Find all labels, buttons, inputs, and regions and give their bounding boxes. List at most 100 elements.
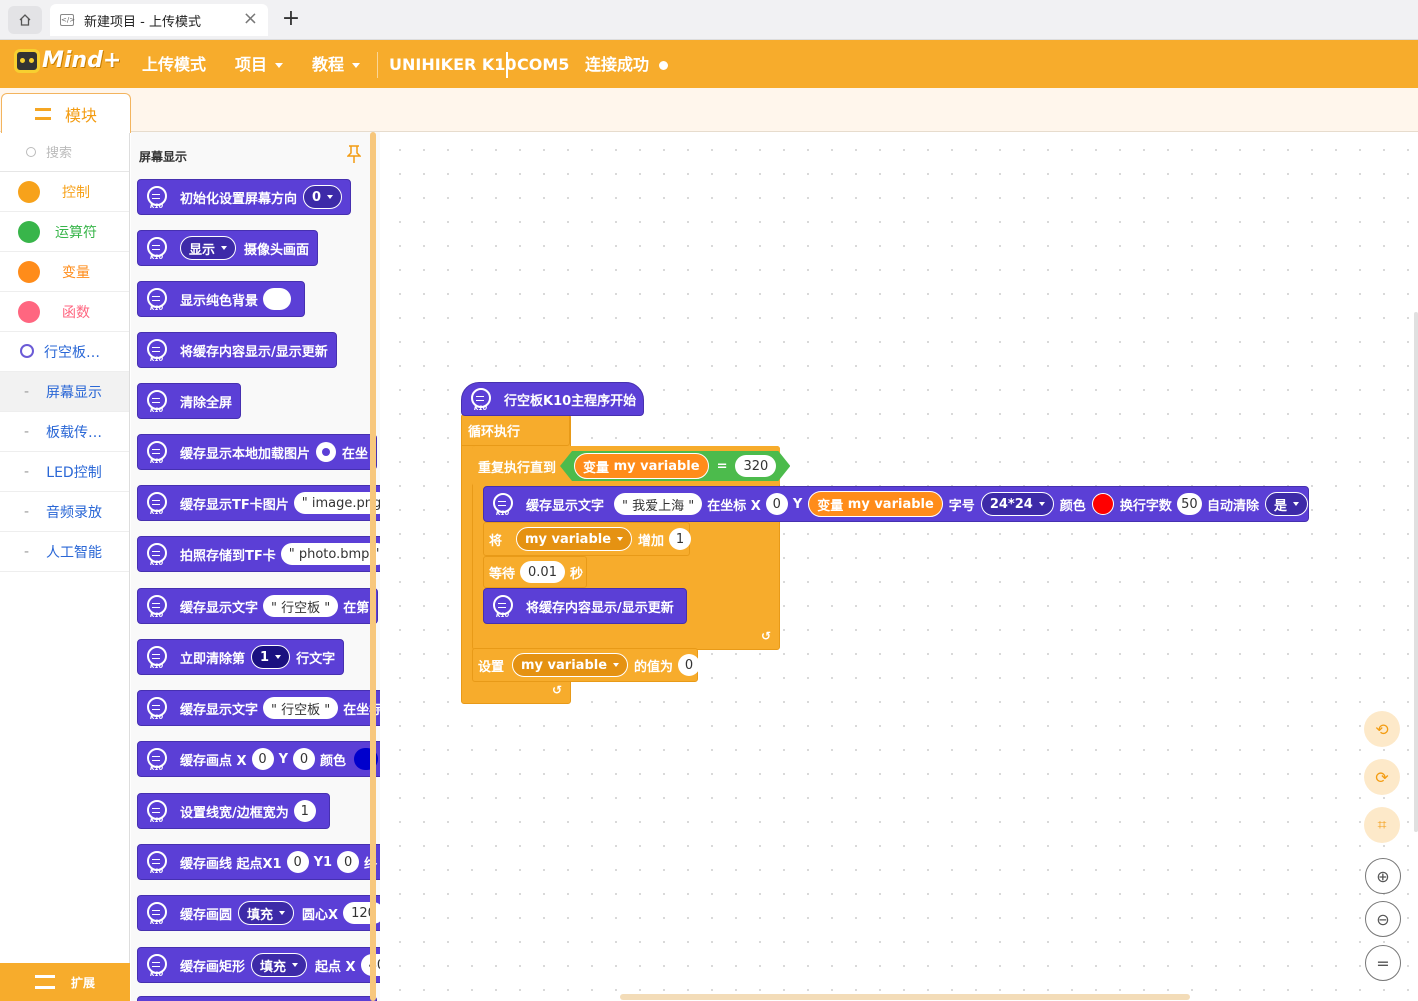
reset-zoom-button[interactable]: =	[1365, 945, 1401, 981]
block-load-local-image[interactable]: K10 缓存显示本地加载图片 在坐	[137, 434, 378, 470]
color-picker[interactable]	[1091, 493, 1114, 515]
change-variable-block[interactable]: 将 my variable 增加 1	[483, 522, 692, 556]
y1-input[interactable]: 0	[337, 851, 360, 873]
block-photo-to-tf[interactable]: K10 拍照存储到TF卡 " photo.bmp "	[137, 536, 380, 572]
connection-status[interactable]: 连接成功	[585, 40, 669, 88]
equals-operator-block[interactable]: 变量 my variable = 320	[560, 451, 790, 481]
x-input[interactable]: 0	[251, 748, 274, 770]
variable-dropdown[interactable]: my variable	[516, 527, 633, 551]
set-value-input[interactable]: 0	[678, 654, 701, 676]
subcategory-audio[interactable]: - 音频录放	[0, 492, 129, 532]
chevron-down-icon	[352, 63, 361, 68]
zoom-in-button[interactable]: ⊕	[1365, 858, 1401, 894]
block-text-line[interactable]: K10 缓存显示文字 " 行空板 " 在第	[137, 588, 379, 624]
width-input[interactable]: 1	[293, 800, 316, 822]
variable-reporter[interactable]: 变量 my variable	[808, 491, 943, 517]
block-draw-rect[interactable]: K10 缓存画矩形 填充 起点 X 40	[137, 947, 380, 983]
increment-input[interactable]: 1	[669, 528, 692, 550]
code-workspace[interactable]: 循环执行 重复执行直到 变量 my variable = 320 ↺ K10 行…	[380, 132, 1418, 1001]
fill-mode-dropdown[interactable]: 填充	[238, 901, 295, 925]
category-control[interactable]: 控制	[0, 172, 129, 212]
x1-input[interactable]: 0	[286, 851, 309, 873]
block-label: 循环执行	[468, 424, 521, 440]
line-number-dropdown[interactable]: 1	[251, 645, 291, 669]
palette-scrollbar[interactable]	[370, 132, 376, 1001]
redo-button[interactable]: ⟳	[1364, 759, 1400, 795]
category-operators[interactable]: 运算符	[0, 212, 129, 252]
wait-block[interactable]: 等待 0.01 秒	[483, 556, 587, 588]
tutorial-menu[interactable]: 教程	[312, 40, 361, 88]
block-solid-background[interactable]: K10 显示纯色背景	[137, 281, 306, 317]
block-label: 清除全屏	[180, 395, 233, 411]
crop-button[interactable]: ⌗	[1364, 807, 1400, 843]
block-draw-line[interactable]: K10 缓存画线 起点X1 0 Y1 0 终	[137, 844, 380, 880]
color-picker[interactable]	[263, 288, 292, 310]
subcategory-screen-display[interactable]: - 屏幕显示	[0, 372, 129, 412]
x-input[interactable]: 0	[765, 493, 788, 515]
show-mode-dropdown[interactable]: 显示	[180, 236, 237, 260]
block-tf-image[interactable]: K10 缓存显示TF卡图片 " image.png	[137, 485, 380, 521]
category-variables[interactable]: 变量	[0, 252, 129, 292]
category-dot-icon	[18, 181, 40, 203]
wait-seconds-input[interactable]: 0.01	[520, 561, 565, 583]
block-label: 变量	[583, 460, 610, 476]
category-k10[interactable]: 行空板…	[0, 332, 129, 372]
orientation-dropdown[interactable]: 0	[303, 185, 343, 209]
subcategory-led-control[interactable]: - LED控制	[0, 452, 129, 492]
k10-main-start-block[interactable]: K10 行空板K10主程序开始	[461, 382, 644, 416]
project-tab[interactable]: </> 新建项目 - 上传模式 ×	[50, 4, 268, 36]
search-input[interactable]: 搜索	[0, 132, 129, 172]
close-tab-button[interactable]: ×	[243, 8, 258, 29]
workspace-horizontal-scrollbar[interactable]	[620, 994, 1190, 1000]
extension-button[interactable]: 扩展	[0, 963, 130, 1001]
zoom-out-button[interactable]: ⊖	[1365, 901, 1401, 937]
text-input[interactable]: " 行空板 "	[263, 697, 339, 719]
fill-mode-dropdown[interactable]: 填充	[251, 953, 308, 977]
project-menu[interactable]: 项目	[235, 40, 284, 88]
home-button[interactable]	[8, 6, 42, 34]
block-clear-line[interactable]: K10 立即清除第 1 行文字	[137, 639, 345, 675]
subcategory-ai[interactable]: - 人工智能	[0, 532, 129, 572]
block-refresh-display[interactable]: K10 将缓存内容显示/显示更新	[137, 332, 337, 368]
wrap-count-input[interactable]: 50	[1176, 493, 1202, 515]
new-tab-button[interactable]: +	[280, 6, 302, 31]
forever-loop-arrow-icon: ↺	[552, 683, 563, 697]
block-draw-circle[interactable]: K10 缓存画圆 填充 圆心X 120	[137, 895, 380, 931]
block-line-width[interactable]: K10 设置线宽/边框宽为 1	[137, 793, 330, 829]
upload-mode-button[interactable]: 上传模式	[142, 40, 206, 88]
block-init-screen-orientation[interactable]: K10 初始化设置屏幕方向 0	[137, 179, 352, 215]
forever-loop-block[interactable]: 循环执行	[461, 414, 570, 446]
k10-icon: K10	[144, 281, 170, 317]
settings-icon[interactable]	[316, 442, 337, 462]
block-show-camera[interactable]: K10 显示 摄像头画面	[137, 230, 319, 266]
set-variable-block[interactable]: 设置 my variable 的值为 0	[472, 648, 701, 682]
block-draw-point[interactable]: K10 缓存画点 X 0 Y 0 颜色	[137, 741, 380, 777]
filename-input[interactable]: " image.png	[293, 492, 380, 514]
device-selector[interactable]: UNIHIKER K10	[389, 40, 517, 88]
text-input[interactable]: " 行空板 "	[263, 595, 339, 617]
refresh-display-block[interactable]: K10 将缓存内容显示/显示更新	[483, 588, 687, 624]
auto-clear-dropdown[interactable]: 是	[1264, 492, 1308, 516]
repeat-until-block[interactable]: 重复执行直到 变量 my variable = 320	[472, 446, 780, 486]
text-input[interactable]: " 我爱上海 "	[614, 493, 703, 515]
block-text-xy[interactable]: K10 缓存显示文字 " 行空板 " 在坐标	[137, 690, 380, 726]
y-input[interactable]: 0	[292, 748, 315, 770]
compare-value-input[interactable]: 320	[735, 455, 776, 477]
font-size-dropdown[interactable]: 24*24	[980, 492, 1054, 516]
block-label: 变量	[817, 498, 844, 514]
block-clear-screen[interactable]: K10 清除全屏	[137, 383, 242, 419]
block-label: 初始化设置屏幕方向	[180, 191, 298, 207]
subcategory-label: LED控制	[46, 464, 102, 481]
workspace-vertical-scrollbar[interactable]	[1414, 312, 1418, 832]
port-selector[interactable]: COM5	[517, 40, 569, 88]
category-functions[interactable]: 函数	[0, 292, 129, 332]
subcategory-onboard-sensors[interactable]: - 板载传…	[0, 412, 129, 452]
block-label: 缓存显示文字	[180, 702, 259, 718]
tab-modules[interactable]: 模块	[1, 93, 131, 133]
pin-icon[interactable]	[347, 144, 361, 164]
variable-reporter[interactable]: 变量 my variable	[574, 453, 709, 479]
variable-dropdown[interactable]: my variable	[512, 653, 629, 677]
text-display-block[interactable]: K10 缓存显示文字 " 我爱上海 " 在坐标 X 0 Y 变量 my vari…	[483, 486, 1309, 522]
filename-input[interactable]: " photo.bmp "	[280, 543, 380, 565]
undo-button[interactable]: ⟲	[1364, 711, 1400, 747]
